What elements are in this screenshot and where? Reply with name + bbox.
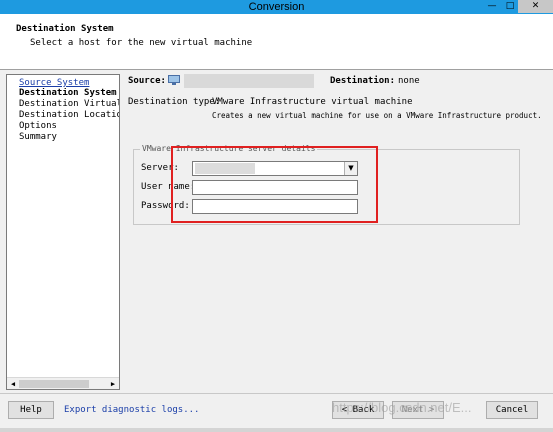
horizontal-scrollbar[interactable]: ◀ ▶ <box>7 377 119 389</box>
cancel-button[interactable]: Cancel <box>486 401 538 419</box>
close-button[interactable]: ✕ <box>518 0 553 13</box>
step-summary: Summary <box>19 132 57 142</box>
export-diagnostic-logs-link[interactable]: Export diagnostic logs... <box>64 405 199 415</box>
destination-type-description: Creates a new virtual machine for use on… <box>212 111 542 120</box>
scroll-left-icon[interactable]: ◀ <box>8 379 18 389</box>
window-title: Conversion <box>248 1 305 13</box>
footer-divider <box>0 393 553 394</box>
computer-icon <box>168 75 180 85</box>
step-destination-location: Destination Location <box>19 110 119 120</box>
maximize-button[interactable]: □ <box>502 0 518 13</box>
step-destination-virtual-machine: Destination Virtual M <box>19 99 119 109</box>
step-options: Options <box>19 121 57 131</box>
page-subtitle: Select a host for the new virtual machin… <box>30 38 253 48</box>
source-label: Source: <box>128 76 166 86</box>
destination-value: none <box>398 76 420 86</box>
window-bottom-edge <box>0 428 553 432</box>
scrollbar-thumb[interactable] <box>19 380 89 388</box>
destination-label: Destination: <box>330 76 396 86</box>
destination-type-label: Destination type: <box>128 97 221 107</box>
source-value-redacted <box>184 74 314 88</box>
destination-type-value[interactable]: VMware Infrastructure virtual machine <box>212 97 412 107</box>
page-title: Destination System <box>16 24 114 34</box>
minimize-button[interactable]: — <box>484 0 500 13</box>
annotation-highlight-box <box>171 146 378 223</box>
watermark-text: https://blog.csdn.net/E... <box>332 400 472 415</box>
title-bar: Conversion — □ ✕ <box>0 0 553 14</box>
help-button[interactable]: Help <box>8 401 54 419</box>
wizard-header: Destination System Select a host for the… <box>0 14 553 70</box>
wizard-steps-list: Source System Destination System Destina… <box>6 74 120 390</box>
scroll-right-icon[interactable]: ▶ <box>108 379 118 389</box>
step-source-system[interactable]: Source System <box>19 78 119 88</box>
step-destination-system[interactable]: Destination System <box>19 88 119 98</box>
